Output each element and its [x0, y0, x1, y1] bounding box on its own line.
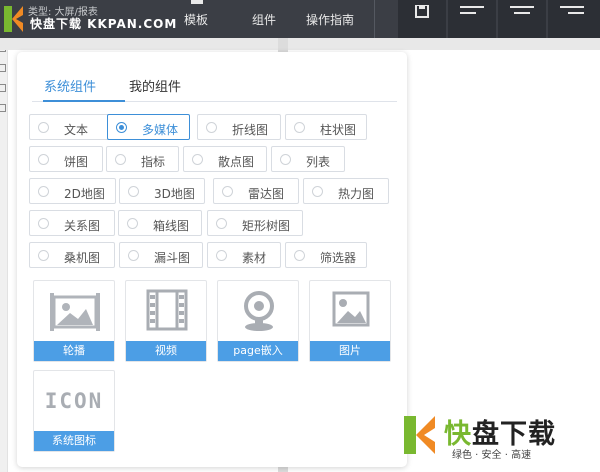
save-button[interactable] — [398, 0, 446, 38]
chip-list[interactable]: 列表 — [271, 146, 345, 172]
chip-relation-graph[interactable]: 关系图 — [29, 210, 115, 236]
card-image[interactable]: 图片 — [309, 280, 391, 362]
kkpan-logo-icon — [4, 6, 23, 32]
card-label: 视频 — [126, 341, 206, 361]
component-tabs: 系统组件 我的组件 — [32, 64, 397, 102]
system-icon-icon: ICON — [44, 389, 104, 413]
align-center-button[interactable] — [498, 0, 546, 38]
card-system-icon[interactable]: ICON 系统图标 — [33, 370, 115, 452]
radio-icon — [216, 250, 227, 261]
radio-icon — [216, 218, 227, 229]
active-tab-indicator — [43, 100, 125, 102]
nav-tab-component[interactable]: 组件 — [252, 11, 276, 28]
watermark-brand-text: 快盘下载 KKPAN.COM — [30, 17, 178, 31]
nav-tab-guide[interactable]: 操作指南 — [306, 11, 354, 28]
chip-funnel[interactable]: 漏斗图 — [119, 242, 203, 268]
watermark-slogan: 绿色 · 安全 · 高速 — [452, 450, 532, 461]
align-right-icon — [560, 6, 584, 14]
chip-sankey[interactable]: 桑机图 — [29, 242, 115, 268]
webcam-embed-icon — [244, 291, 274, 331]
strip-handle-icon[interactable] — [0, 104, 6, 112]
watermark-logo-bottom: 快盘下载 绿色 · 安全 · 高速 — [404, 410, 594, 466]
chip-heatmap[interactable]: 热力图 — [303, 178, 389, 204]
chip-3d-map[interactable]: 3D地图 — [119, 178, 205, 204]
watermark-logo-top: 类型: 大屏/报表 快盘下载 KKPAN.COM — [0, 0, 205, 38]
chip-boxplot[interactable]: 箱线图 — [118, 210, 202, 236]
strip-handle-icon[interactable] — [0, 84, 6, 92]
radio-icon — [294, 250, 305, 261]
chip-radar-chart[interactable]: 雷达图 — [213, 178, 299, 204]
save-icon — [415, 5, 429, 18]
chip-material[interactable]: 素材 — [207, 242, 281, 268]
chip-scatter-chart[interactable]: 散点图 — [183, 146, 267, 172]
chip-indicator[interactable]: 指标 — [106, 146, 179, 172]
card-label: 系统图标 — [34, 431, 114, 451]
card-video[interactable]: 视频 — [125, 280, 207, 362]
radio-icon — [222, 186, 233, 197]
radio-icon — [192, 154, 203, 165]
chip-filter[interactable]: 筛选器 — [285, 242, 367, 268]
canvas-top-band — [0, 38, 600, 50]
radio-icon — [206, 122, 217, 133]
radio-icon — [38, 186, 49, 197]
chip-line-chart[interactable]: 折线图 — [197, 114, 281, 140]
radio-icon — [280, 154, 291, 165]
radio-icon — [115, 154, 126, 165]
left-tool-strip — [0, 38, 8, 472]
radio-icon — [128, 186, 139, 197]
video-film-icon — [146, 289, 188, 331]
chip-treemap[interactable]: 矩形树图 — [207, 210, 303, 236]
chip-pie-chart[interactable]: 饼图 — [29, 146, 103, 172]
template-nav-icon — [191, 0, 203, 4]
toolbar-divider — [374, 0, 375, 38]
strip-handle-icon[interactable] — [0, 64, 6, 72]
chip-text[interactable]: 文本 — [29, 114, 109, 140]
radio-icon — [38, 154, 49, 165]
tab-system-components[interactable]: 系统组件 — [44, 76, 96, 95]
radio-icon — [128, 250, 139, 261]
align-left-icon — [460, 6, 484, 14]
radio-icon — [38, 218, 49, 229]
radio-icon — [38, 122, 49, 133]
radio-icon — [294, 122, 305, 133]
chip-bar-chart[interactable]: 柱状图 — [285, 114, 367, 140]
card-label: 轮播 — [34, 341, 114, 361]
nav-tab-template[interactable]: 模板 — [184, 11, 208, 28]
card-carousel[interactable]: 轮播 — [33, 280, 115, 362]
radio-selected-icon — [116, 122, 127, 133]
card-label: 图片 — [310, 341, 390, 361]
radio-icon — [127, 218, 138, 229]
chip-2d-map[interactable]: 2D地图 — [29, 178, 116, 204]
top-toolbar: 类型: 大屏/报表 快盘下载 KKPAN.COM 模板 组件 操作指南 — [0, 0, 600, 38]
align-right-button[interactable] — [548, 0, 600, 38]
align-center-icon — [510, 6, 534, 14]
radio-icon — [38, 250, 49, 261]
tab-my-components[interactable]: 我的组件 — [129, 76, 181, 95]
align-left-button[interactable] — [448, 0, 496, 38]
radio-icon — [312, 186, 323, 197]
chip-multimedia[interactable]: 多媒体 — [107, 114, 190, 140]
carousel-icon — [50, 293, 100, 331]
kkpan-logo-icon — [404, 416, 435, 454]
image-icon — [332, 291, 370, 327]
card-label: page嵌入 — [218, 341, 298, 361]
component-panel: 系统组件 我的组件 文本 多媒体 折线图 柱状图 饼图 指标 散点图 列表 2D… — [17, 52, 407, 467]
card-page-embed[interactable]: page嵌入 — [217, 280, 299, 362]
